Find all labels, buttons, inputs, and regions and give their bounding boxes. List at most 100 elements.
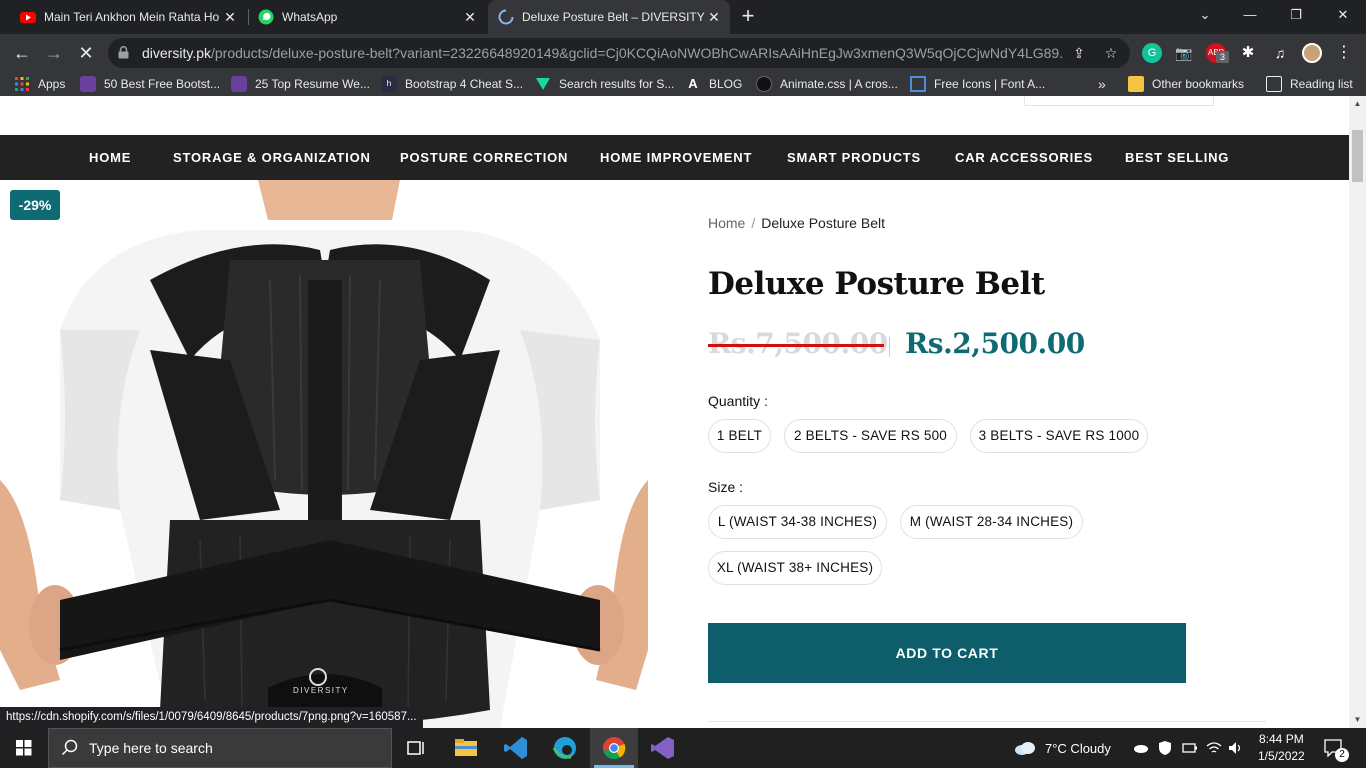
tab-search-chevron-icon[interactable]: ⌄ [1182, 0, 1228, 34]
tab-deluxe-posture-belt[interactable]: Deluxe Posture Belt – DIVERSITY ✕ [488, 0, 730, 34]
bookmark-bootstrap-themes[interactable]: 50 Best Free Bootst... [80, 75, 220, 93]
bookmark-resume[interactable]: 25 Top Resume We... [231, 75, 370, 93]
wifi-icon[interactable] [1206, 741, 1222, 755]
file-explorer-icon[interactable] [452, 734, 480, 762]
scroll-down-arrow-icon[interactable]: ▼ [1349, 712, 1366, 728]
header-search-box[interactable] [1024, 96, 1214, 106]
nav-best-selling[interactable]: BEST SELLING [1125, 135, 1229, 180]
size-option-l[interactable]: L (WAIST 34-38 INCHES) [708, 505, 887, 539]
browser-tab-strip: Main Teri Ankhon Mein Rahta Ho ✕ WhatsAp… [0, 0, 1366, 34]
nav-car-accessories[interactable]: CAR ACCESSORIES [955, 135, 1093, 180]
scroll-thumb[interactable] [1352, 130, 1363, 182]
address-bar[interactable]: diversity.pk/products/deluxe-posture-bel… [108, 38, 1130, 68]
bookmark-label: Animate.css | A cros... [780, 77, 898, 91]
bookmark-font-awesome[interactable]: Free Icons | Font A... [910, 75, 1045, 93]
clock-date[interactable]: 1/5/2022 [1258, 749, 1305, 763]
quantity-option-1-belt[interactable]: 1 BELT [708, 419, 771, 453]
apps-grid-icon [15, 77, 29, 91]
quantity-option-3-belts[interactable]: 3 BELTS - SAVE RS 1000 [970, 419, 1148, 453]
product-image[interactable]: DIVERSITY [0, 180, 648, 728]
close-icon[interactable]: ✕ [222, 9, 238, 25]
forward-arrow-icon[interactable]: → [42, 41, 66, 65]
bookmark-animate-css[interactable]: Animate.css | A cros... [756, 75, 898, 93]
size-option-xl[interactable]: XL (WAIST 38+ INCHES) [708, 551, 882, 585]
reading-list[interactable]: Reading list [1266, 75, 1353, 93]
task-view-icon[interactable] [402, 734, 430, 762]
taskbar-search-box[interactable]: Type here to search [48, 728, 392, 768]
close-window-icon[interactable]: ✕ [1320, 0, 1366, 34]
blog-a-icon: A [688, 76, 698, 91]
whatsapp-icon [258, 9, 274, 25]
quantity-label: Quantity : [708, 393, 768, 409]
price-divider [889, 337, 890, 357]
section-divider [708, 721, 1266, 722]
weather-cloud-icon[interactable] [1013, 740, 1037, 756]
reading-list-label: Reading list [1290, 77, 1353, 91]
breadcrumb-current: Deluxe Posture Belt [761, 215, 885, 231]
quantity-option-2-belts[interactable]: 2 BELTS - SAVE RS 500 [784, 419, 957, 453]
scroll-up-arrow-icon[interactable]: ▲ [1349, 96, 1366, 112]
bookmark-apps[interactable]: Apps [14, 75, 65, 93]
menu-kebab-icon[interactable]: ⋮ [1334, 43, 1354, 63]
bookmark-blog[interactable]: A BLOG [685, 75, 742, 93]
breadcrumb: Home / Deluxe Posture Belt [708, 215, 885, 231]
loading-spinner-icon [498, 9, 514, 25]
sale-price: Rs.2,500.00 [905, 327, 1085, 360]
extensions-puzzle-icon[interactable]: ✱ [1238, 43, 1258, 63]
minimize-icon[interactable]: — [1227, 0, 1273, 34]
bookmark-label: Apps [38, 77, 66, 91]
new-tab-plus-icon[interactable]: + [737, 5, 759, 27]
page-scrollbar[interactable]: ▲ ▼ [1349, 96, 1366, 728]
size-option-m[interactable]: M (WAIST 28-34 INCHES) [900, 505, 1083, 539]
close-icon[interactable]: ✕ [462, 9, 478, 25]
weather-text[interactable]: 7°C Cloudy [1045, 741, 1111, 756]
volume-icon[interactable] [1228, 741, 1244, 755]
share-icon[interactable]: ⇪ [1070, 44, 1088, 62]
vscode-icon[interactable] [502, 734, 530, 762]
bookmark-label: Search results for S... [559, 77, 675, 91]
bookmark-label: BLOG [709, 77, 743, 91]
nav-home-improvement[interactable]: HOME IMPROVEMENT [600, 135, 752, 180]
grammarly-icon[interactable]: G [1142, 43, 1162, 63]
bookmark-search-results[interactable]: Search results for S... [535, 75, 674, 93]
nav-home[interactable]: HOME [89, 135, 131, 180]
close-icon[interactable]: ✕ [706, 9, 722, 25]
visual-studio-icon[interactable] [649, 734, 677, 762]
onedrive-icon[interactable] [1133, 742, 1149, 754]
bookmark-bootstrap-cheat[interactable]: h Bootstrap 4 Cheat S... [381, 75, 523, 93]
bookmark-star-icon[interactable]: ☆ [1102, 44, 1120, 62]
product-brand-text: DIVERSITY [293, 686, 349, 695]
chrome-icon[interactable] [600, 734, 628, 762]
battery-icon[interactable] [1182, 742, 1198, 754]
size-label: Size : [708, 479, 744, 495]
nav-smart-products[interactable]: SMART PRODUCTS [787, 135, 921, 180]
search-icon [61, 739, 78, 756]
browser-toolbar: ← → ✕ diversity.pk/products/deluxe-postu… [0, 34, 1366, 72]
tab-youtube[interactable]: Main Teri Ankhon Mein Rahta Ho ✕ [8, 0, 246, 34]
bookmarks-bar: Apps 50 Best Free Bootst... 25 Top Resum… [0, 72, 1366, 96]
windows-start-icon[interactable] [0, 728, 48, 768]
bookmark-label: Free Icons | Font A... [934, 77, 1046, 91]
bookmark-label: 25 Top Resume We... [255, 77, 370, 91]
nav-storage-organization[interactable]: STORAGE & ORGANIZATION [173, 135, 371, 180]
bookmark-label: 50 Best Free Bootst... [104, 77, 221, 91]
edge-icon[interactable] [551, 734, 579, 762]
camera-icon[interactable]: 📷 [1174, 43, 1194, 63]
youtube-icon [20, 12, 36, 23]
colorlib-icon [231, 76, 247, 92]
back-arrow-icon[interactable]: ← [10, 41, 34, 65]
bookmarks-overflow-chevron-icon[interactable]: » [1098, 75, 1106, 93]
bookmark-label: Other bookmarks [1152, 77, 1245, 91]
vuetify-icon [536, 78, 550, 90]
clock-time[interactable]: 8:44 PM [1259, 732, 1304, 746]
profile-avatar[interactable] [1302, 43, 1322, 63]
add-to-cart-button[interactable]: ADD TO CART [708, 623, 1186, 683]
stop-loading-icon[interactable]: ✕ [74, 41, 98, 65]
bookmark-other-bookmarks[interactable]: Other bookmarks [1128, 75, 1244, 93]
tab-whatsapp[interactable]: WhatsApp ✕ [248, 0, 486, 34]
media-control-icon[interactable]: ♫ [1270, 43, 1290, 63]
restore-icon[interactable]: ❐ [1273, 0, 1319, 34]
nav-posture-correction[interactable]: POSTURE CORRECTION [400, 135, 568, 180]
security-shield-icon[interactable] [1158, 740, 1172, 756]
breadcrumb-home-link[interactable]: Home [708, 215, 745, 231]
